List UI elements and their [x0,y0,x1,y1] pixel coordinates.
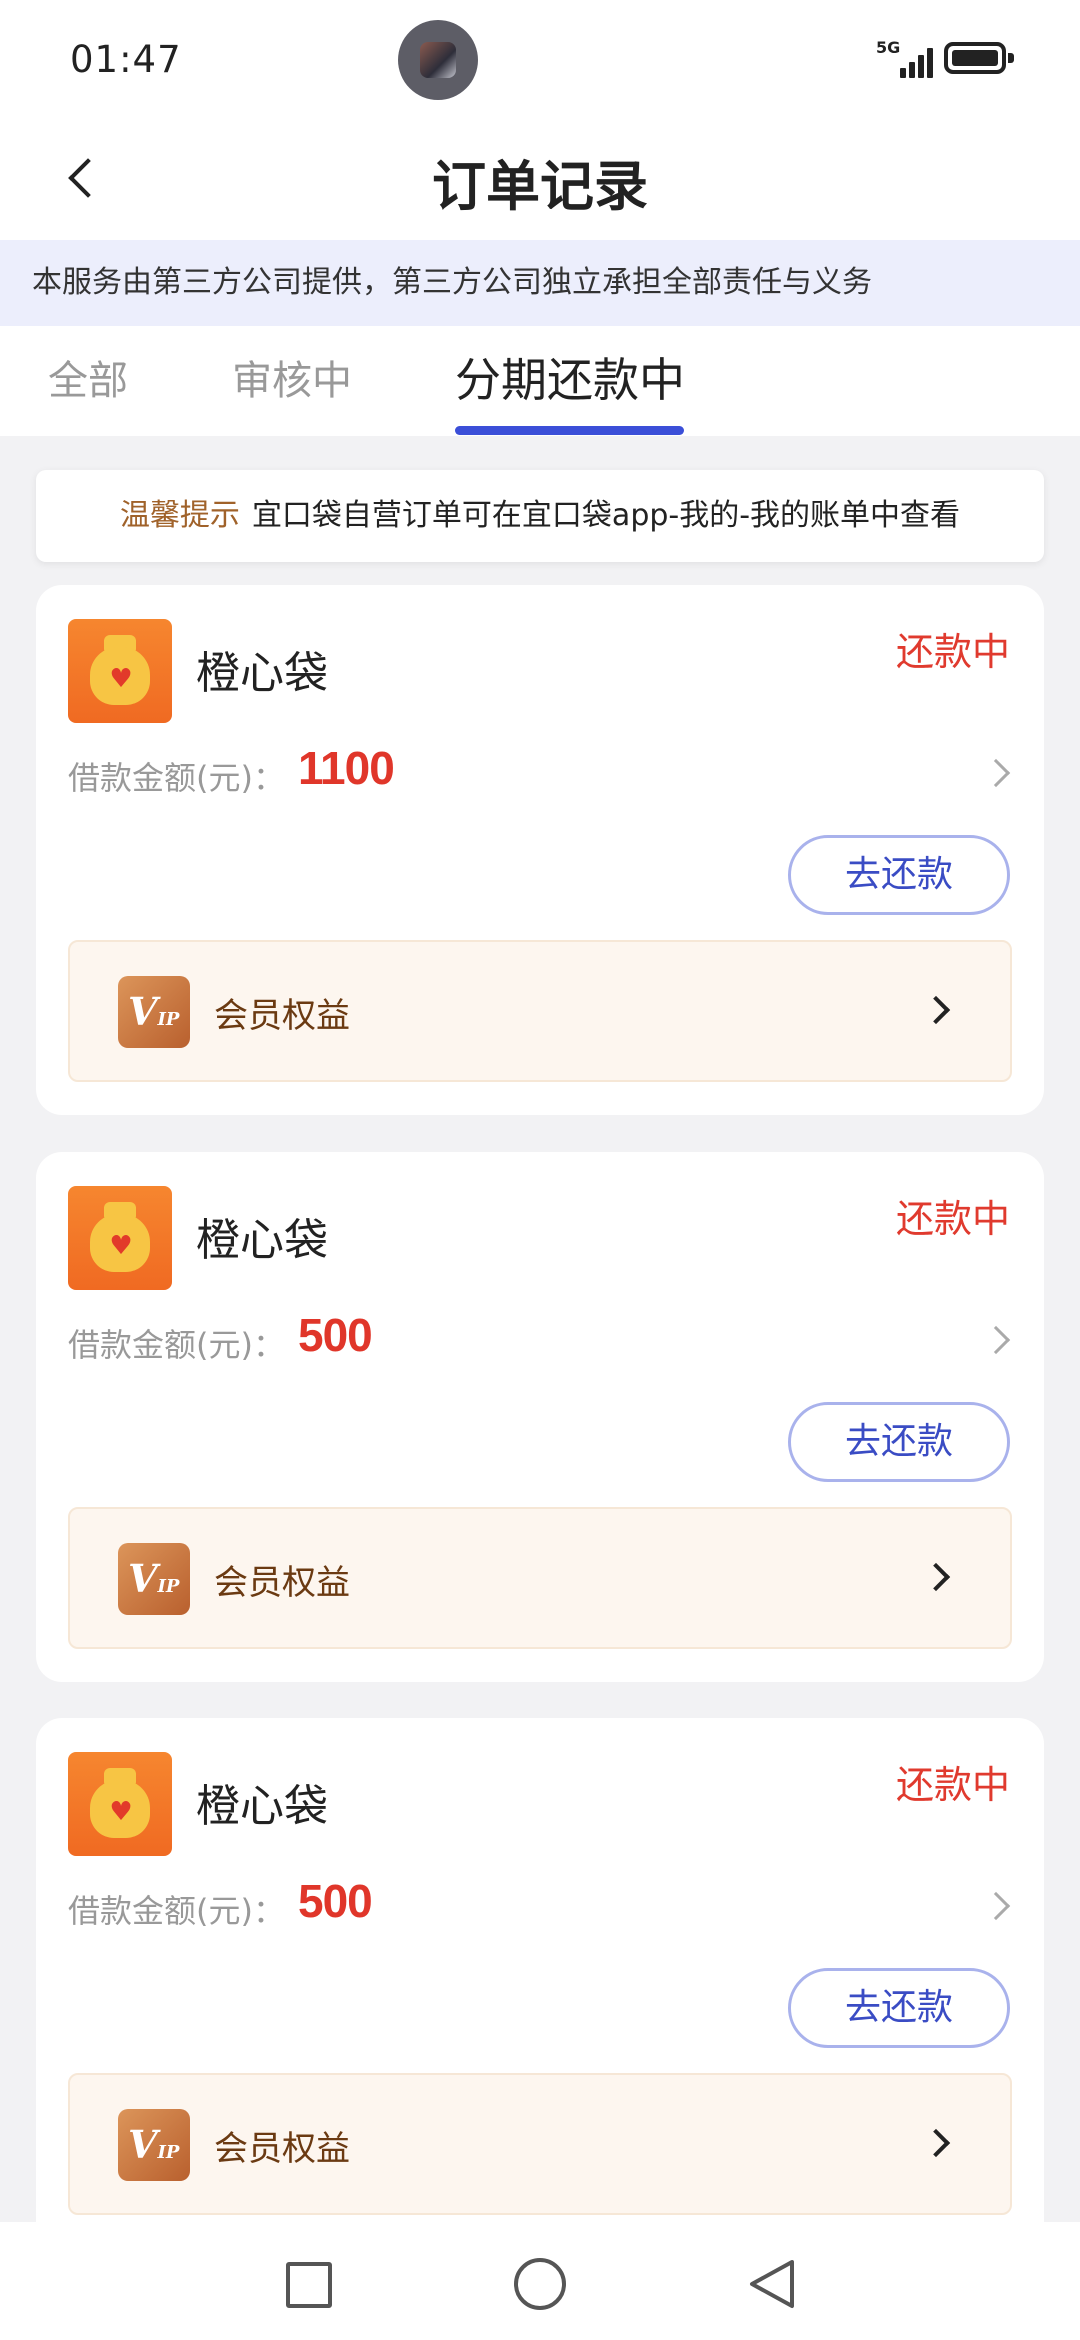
loan-amount: 500 [298,1875,373,1927]
chevron-right-icon[interactable] [981,1891,1011,1921]
member-benefits-label: 会员权益 [214,1563,350,1603]
chevron-right-icon [921,2128,951,2158]
brand-logo-money-bag-icon: ♥ [68,619,172,723]
vip-icon: VIP [118,976,190,1048]
brand-name: 橙心袋 [196,1781,328,1832]
recent-apps-icon[interactable] [286,2262,332,2308]
repay-button[interactable]: 去还款 [788,1402,1010,1482]
brand-logo-money-bag-icon: ♥ [68,1186,172,1290]
order-card[interactable]: ♥ 橙心袋 还款中 借款金额(元)： 1100 去还款 VIP 会员权益 [36,585,1044,1115]
floating-app-icon[interactable] [398,20,478,100]
member-benefits-label: 会员权益 [214,996,350,1036]
loan-amount: 1100 [298,742,395,794]
member-benefits-row[interactable]: VIP 会员权益 [68,940,1012,1082]
order-status: 还款中 [895,1763,1010,1807]
active-tab-indicator [455,426,684,435]
tab-reviewing[interactable]: 审核中 [232,348,352,406]
chevron-right-icon [921,995,951,1025]
amount-label: 借款金额(元)： [68,1892,285,1930]
order-status: 还款中 [895,1197,1010,1241]
repay-button[interactable]: 去还款 [788,1968,1010,2048]
signal-icon: 5G [876,38,933,78]
status-bar: 01:47 5G [0,0,1080,120]
vip-icon: VIP [118,2109,190,2181]
loan-amount: 500 [298,1309,373,1361]
chevron-right-icon[interactable] [981,1325,1011,1355]
brand-logo-money-bag-icon: ♥ [68,1752,172,1856]
home-icon[interactable] [514,2258,566,2310]
member-benefits-label: 会员权益 [214,2129,350,2169]
tip-label: 温馨提示 [119,498,240,533]
page-title: 订单记录 [432,155,648,218]
brand-name: 橙心袋 [196,648,328,699]
tab-bar: 全部 审核中 分期还款中 [0,326,1080,436]
tab-installment-repaying[interactable]: 分期还款中 [455,344,685,410]
disclaimer-banner: 本服务由第三方公司提供，第三方公司独立承担全部责任与义务 [0,240,1080,326]
nav-bar: 订单记录 [0,120,1080,240]
tip-banner: 温馨提示 宜口袋自营订单可在宜口袋app-我的-我的账单中查看 [36,470,1044,562]
back-triangle-icon[interactable] [744,2256,800,2312]
member-benefits-row[interactable]: VIP 会员权益 [68,1507,1012,1649]
repay-button[interactable]: 去还款 [788,835,1010,915]
vip-icon: VIP [118,1543,190,1615]
amount-label: 借款金额(元)： [68,1326,285,1364]
chevron-right-icon [921,1562,951,1592]
tip-text: 宜口袋自营订单可在宜口袋app-我的-我的账单中查看 [251,498,961,533]
order-card[interactable]: ♥ 橙心袋 还款中 借款金额(元)： 500 去还款 VIP 会员权益 [36,1718,1044,2278]
tab-all[interactable]: 全部 [48,348,128,406]
status-time: 01:47 [70,38,182,81]
chevron-right-icon[interactable] [981,758,1011,788]
amount-label: 借款金额(元)： [68,759,285,797]
battery-icon [944,42,1014,74]
order-card[interactable]: ♥ 橙心袋 还款中 借款金额(元)： 500 去还款 VIP 会员权益 [36,1152,1044,1682]
order-status: 还款中 [895,630,1010,674]
system-navigation-bar [0,2222,1080,2340]
member-benefits-row[interactable]: VIP 会员权益 [68,2073,1012,2215]
brand-name: 橙心袋 [196,1215,328,1266]
